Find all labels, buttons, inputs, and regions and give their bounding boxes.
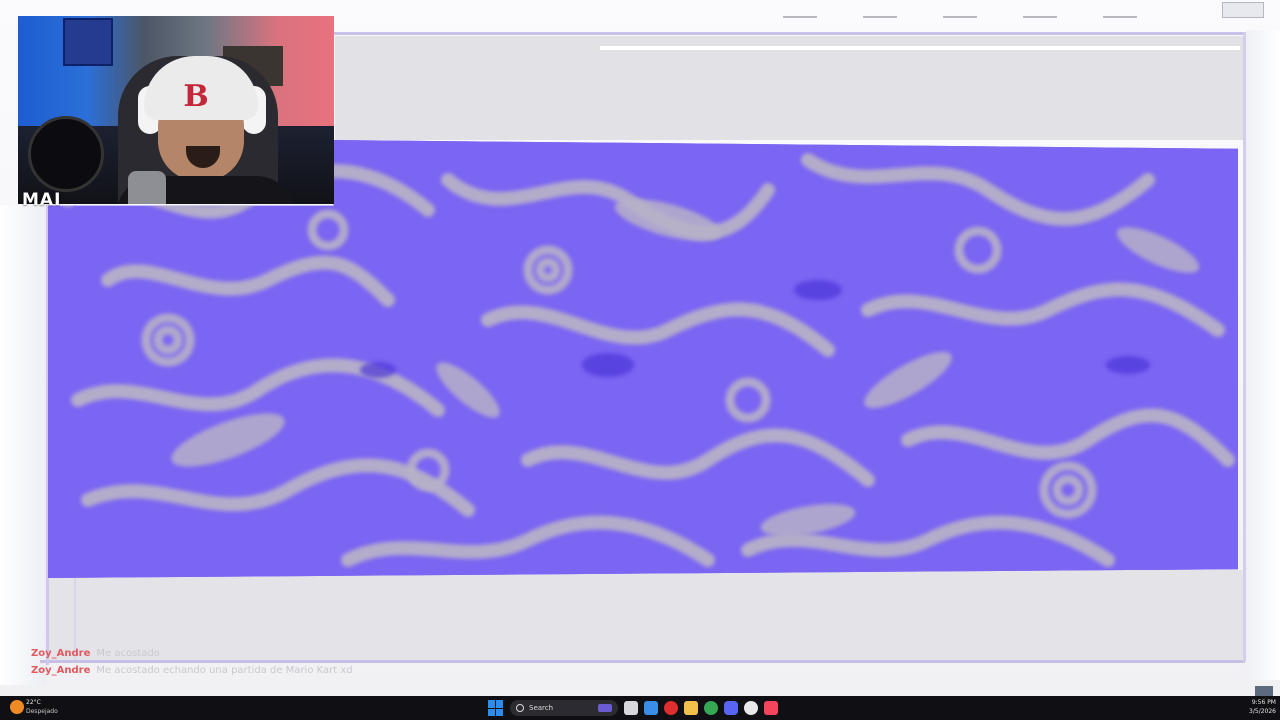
corner-thumbnail — [1255, 686, 1273, 696]
taskbar-apps: Search — [488, 698, 778, 718]
music-icon[interactable] — [764, 701, 778, 715]
window-top-border — [330, 32, 1245, 35]
start-button[interactable] — [488, 700, 504, 716]
discord-icon[interactable] — [724, 701, 738, 715]
chat-text: Me acostado echando una partida de Mario… — [96, 665, 353, 676]
webcam-label: MAI — [22, 190, 62, 210]
window-controls — [760, 8, 1270, 26]
chat-message: Zoy_Andre Me acostado — [31, 645, 353, 662]
search-highlight-icon — [598, 704, 612, 712]
window-right-border — [1243, 32, 1246, 662]
restore-icon[interactable] — [920, 16, 1000, 18]
opera-icon[interactable] — [664, 701, 678, 715]
window-top-highlight — [600, 46, 1240, 50]
chat-username: Zoy_Andre — [31, 648, 91, 659]
search-label: Search — [529, 704, 554, 712]
weather-temperature: 22°C — [26, 699, 41, 706]
chat-message: Zoy_Andre Me acostado echando una partida… — [31, 662, 353, 679]
chrome-icon[interactable] — [704, 701, 718, 715]
video-artwork — [48, 140, 1238, 578]
weather-condition: Despejado — [26, 708, 58, 715]
maximize-icon[interactable] — [840, 16, 920, 18]
task-view-icon[interactable] — [624, 701, 638, 715]
system-clock[interactable]: 9:56 PM 3/5/2026 — [1236, 698, 1276, 718]
folder-icon[interactable] — [684, 701, 698, 715]
drum — [28, 116, 104, 192]
chatgpt-icon[interactable] — [744, 701, 758, 715]
weather-icon — [10, 700, 24, 714]
close-icon[interactable] — [1222, 2, 1264, 18]
search-icon — [516, 704, 524, 712]
clock-time: 9:56 PM — [1251, 699, 1276, 706]
chat-username: Zoy_Andre — [31, 665, 91, 676]
microphone-icon — [128, 171, 166, 204]
glitch-left-band — [0, 205, 46, 685]
taskbar: 22°C Despejado Search 9:56 PM 3/5/2026 — [0, 696, 1280, 720]
cap-logo-icon: B — [183, 79, 209, 114]
menu-icon[interactable] — [1080, 16, 1160, 18]
minimize-icon[interactable] — [760, 16, 840, 18]
webcam-overlay: B — [18, 16, 334, 204]
chat-overlay: Zoy_Andre Me acostado Zoy_Andre Me acostad… — [31, 645, 353, 679]
glitch-right-band — [1246, 30, 1280, 680]
chat-text: Me acostado — [96, 648, 160, 659]
taskbar-search[interactable]: Search — [510, 700, 618, 716]
clock-date: 3/5/2026 — [1249, 708, 1276, 715]
wall-poster — [63, 18, 113, 66]
weather-widget[interactable]: 22°C Despejado — [6, 698, 76, 718]
options-icon[interactable] — [1000, 16, 1080, 18]
pattern-svg — [48, 140, 1238, 578]
window-top-band — [335, 36, 1243, 140]
file-manager-icon[interactable] — [644, 701, 658, 715]
